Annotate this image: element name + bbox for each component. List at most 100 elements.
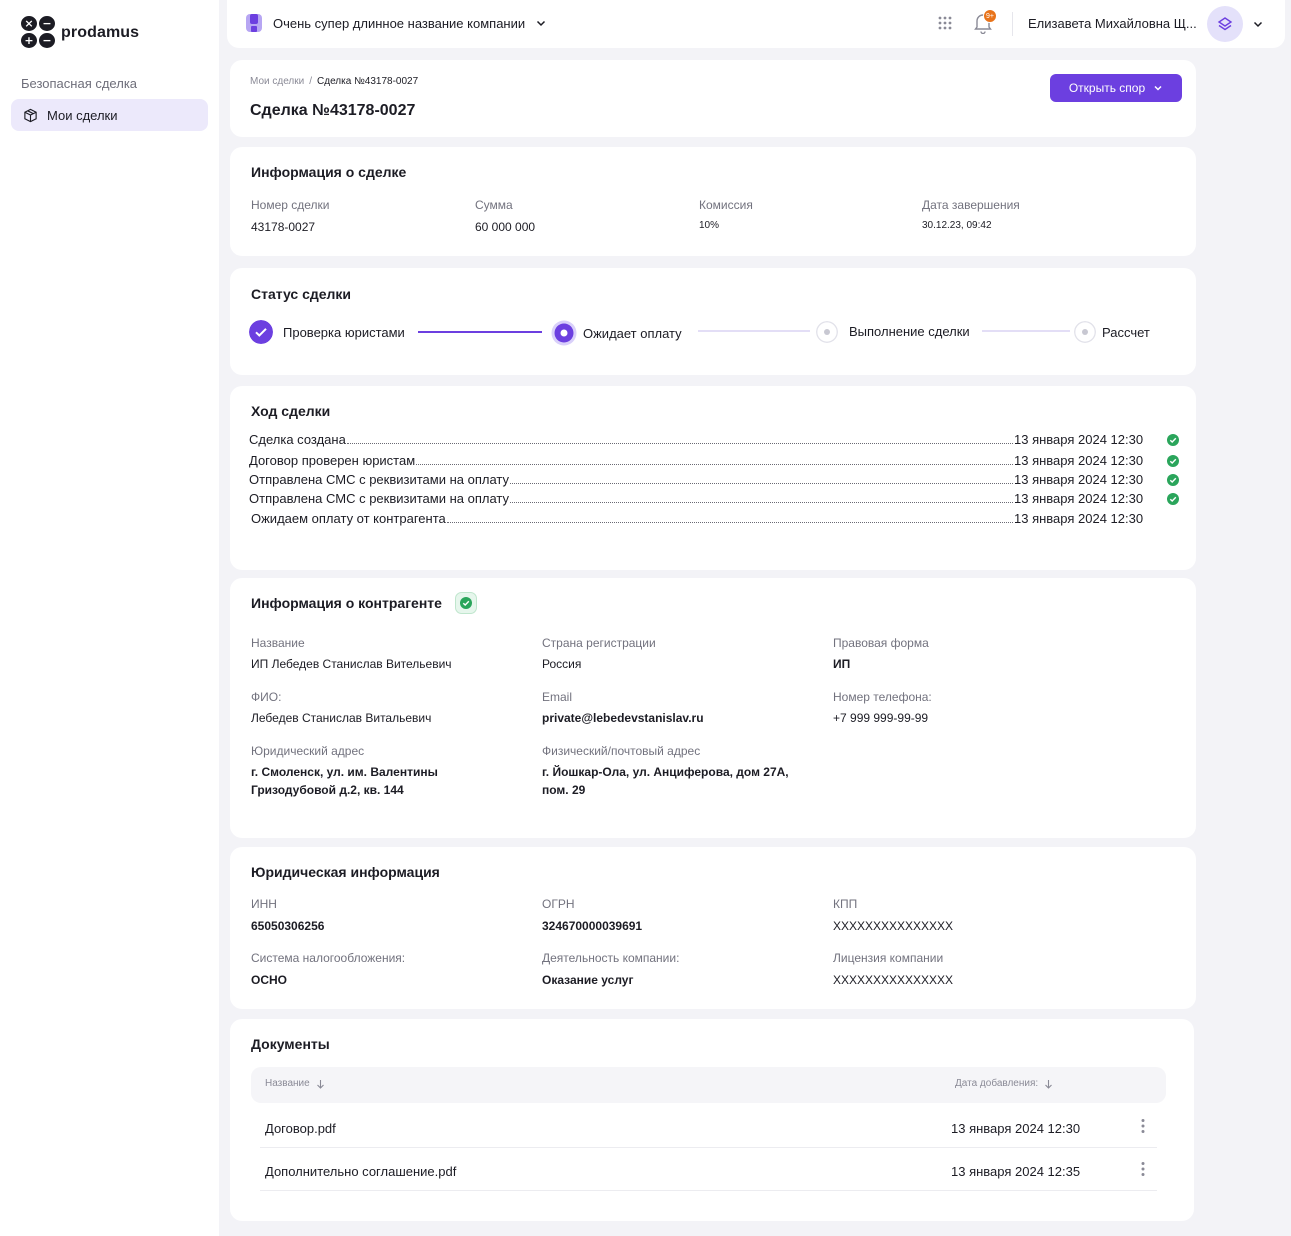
deal-number-value: 43178-0027 bbox=[251, 220, 316, 234]
cp-postal-address-label: Физический/почтовый адрес bbox=[542, 744, 701, 758]
cp-phone-label: Номер телефона: bbox=[833, 690, 932, 704]
company-icon bbox=[246, 14, 262, 32]
completion-date-label: Дата завершения bbox=[922, 198, 1020, 212]
cp-country-label: Страна регистрации bbox=[542, 636, 656, 650]
legal-info-title: Юридическая информация bbox=[251, 864, 440, 880]
document-date: 13 января 2024 12:35 bbox=[951, 1164, 1081, 1179]
cp-fio-label: ФИО: bbox=[251, 690, 282, 704]
documents-title: Документы bbox=[251, 1036, 330, 1052]
counterparty-title: Информация о контрагенте bbox=[251, 595, 442, 611]
cp-email-label: Email bbox=[542, 690, 573, 704]
check-circle-icon bbox=[1167, 474, 1179, 486]
box-icon bbox=[24, 108, 37, 122]
progress-item: Отправлена СМС с реквизитами на оплату 13… bbox=[249, 490, 1179, 506]
company-switcher[interactable]: Очень супер длинное название компании bbox=[245, 13, 547, 33]
kpp-value: XXXXXXXXXXXXXXX bbox=[833, 919, 954, 933]
cp-email-value[interactable]: private@lebedevstanislav.ru bbox=[542, 711, 704, 725]
apps-grid-icon[interactable] bbox=[936, 14, 954, 32]
counterparty-card: Информация о контрагенте Название ИП Леб… bbox=[230, 578, 1196, 838]
logo[interactable]: × − + − prodamus bbox=[21, 16, 139, 49]
cp-legal-address-label: Юридический адрес bbox=[251, 744, 365, 758]
column-header-label: Название bbox=[265, 1078, 310, 1089]
progress-item-text: Договор проверен юристам bbox=[249, 453, 416, 468]
avatar[interactable] bbox=[1207, 6, 1243, 42]
ogrn-label: ОГРН bbox=[542, 897, 575, 911]
sidebar-item-my-deals[interactable]: Мои сделки bbox=[11, 99, 208, 131]
dotted-leader bbox=[446, 522, 1013, 523]
completion-date-value: 30.12.23, 09:42 bbox=[922, 220, 992, 231]
deal-info-card: Информация о сделке Номер сделки 43178-0… bbox=[230, 147, 1196, 256]
arrow-down-icon bbox=[316, 1079, 324, 1089]
commission-value: 10% bbox=[699, 220, 720, 231]
ogrn-value: 324670000039691 bbox=[542, 919, 643, 933]
progress-item-text: Ожидаем оплату от контрагента bbox=[251, 511, 446, 526]
chevron-down-icon bbox=[1154, 85, 1162, 91]
legal-info-card: Юридическая информация ИНН 65050306256 О… bbox=[230, 847, 1196, 1009]
progress-item-date: 13 января 2024 12:30 bbox=[1014, 432, 1144, 447]
logo-text: prodamus bbox=[61, 23, 140, 41]
documents-card: Документы Название Дата добавления: Дого… bbox=[230, 1019, 1194, 1221]
cp-name-label: Название bbox=[251, 636, 305, 650]
step-connector bbox=[982, 330, 1070, 332]
sidebar-section-title: Безопасная сделка bbox=[21, 76, 138, 91]
layers-icon bbox=[1217, 17, 1233, 31]
dotted-leader bbox=[346, 443, 1013, 444]
cp-legal-address-line1: г. Смоленск, ул. им. Валентины bbox=[251, 765, 438, 779]
progress-item-text: Сделка создана bbox=[249, 432, 346, 447]
step-awaiting-payment: Ожидает оплату bbox=[583, 326, 682, 341]
progress-item: Ожидаем оплату от контрагента 13 января 2… bbox=[251, 510, 1152, 526]
progress-item-text: Отправлена СМС с реквизитами на оплату bbox=[249, 472, 509, 487]
chevron-down-icon bbox=[537, 20, 546, 27]
notification-badge: 9+ bbox=[983, 9, 997, 23]
deal-progress-title: Ход сделки bbox=[251, 403, 331, 419]
progress-item: Договор проверен юристам 13 января 2024 1… bbox=[249, 452, 1179, 468]
dotted-leader bbox=[510, 502, 1013, 503]
breadcrumb-link-my-deals[interactable]: Мои сделки bbox=[250, 76, 304, 87]
cp-country-value: Россия bbox=[542, 657, 582, 671]
activity-label: Деятельность компании: bbox=[542, 951, 680, 965]
breadcrumb: Мои сделки / Сделка №43178-0027 bbox=[250, 76, 418, 87]
dotted-leader bbox=[510, 483, 1013, 484]
license-value: XXXXXXXXXXXXXXX bbox=[833, 973, 954, 987]
pending-step-icon bbox=[816, 321, 838, 343]
document-date: 13 января 2024 12:30 bbox=[951, 1121, 1081, 1136]
progress-item: Отправлена СМС с реквизитами на оплату 13… bbox=[249, 471, 1179, 487]
cp-legal-form-label: Правовая форма bbox=[833, 636, 929, 650]
more-vertical-icon[interactable] bbox=[1140, 1118, 1146, 1134]
cp-name-value: ИП Лебедев Станислав Вительевич bbox=[251, 657, 452, 671]
divider bbox=[1012, 12, 1013, 36]
user-name[interactable]: Елизавета Михайловна Щ... bbox=[1028, 16, 1197, 31]
document-name[interactable]: Дополнительно соглашение.pdf bbox=[265, 1164, 456, 1179]
table-row[interactable]: Дополнительно соглашение.pdf 13 января 2… bbox=[260, 1148, 1157, 1191]
kpp-label: КПП bbox=[833, 897, 858, 911]
chevron-down-icon[interactable] bbox=[1252, 18, 1264, 30]
sidebar-item-label: Мои сделки bbox=[47, 107, 118, 123]
sidebar: × − + − prodamus Безопасная сделка Мои с… bbox=[0, 0, 219, 1236]
progress-item: Сделка создана 13 января 2024 12:30 bbox=[249, 431, 1179, 447]
deal-info-title: Информация о сделке bbox=[251, 164, 407, 180]
open-dispute-button[interactable]: Открыть спор bbox=[1050, 74, 1182, 102]
open-dispute-label: Открыть спор bbox=[1068, 81, 1146, 95]
more-vertical-icon[interactable] bbox=[1140, 1161, 1146, 1177]
current-step-icon bbox=[551, 320, 577, 346]
document-name[interactable]: Договор.pdf bbox=[265, 1121, 336, 1136]
cp-postal-address-line2: пом. 29 bbox=[542, 783, 586, 797]
documents-table-header: Название Дата добавления: bbox=[251, 1067, 1166, 1103]
license-label: Лицензия компании bbox=[833, 951, 944, 965]
verified-icon bbox=[455, 592, 477, 614]
logo-icon: × − + − bbox=[21, 16, 55, 49]
table-row[interactable]: Договор.pdf 13 января 2024 12:30 bbox=[260, 1105, 1157, 1148]
check-circle-icon bbox=[1167, 455, 1179, 467]
cp-fio-value: Лебедев Станислав Витальевич bbox=[251, 711, 432, 725]
dotted-leader bbox=[416, 464, 1013, 465]
deal-status-card: Статус сделки Проверка юристами Ожидает … bbox=[230, 268, 1196, 375]
page-title: Сделка №43178-0027 bbox=[250, 102, 416, 119]
check-circle-icon bbox=[1167, 493, 1179, 505]
tax-system-value: ОСНО bbox=[251, 973, 287, 987]
cp-phone-value: +7 999 999-99-99 bbox=[833, 711, 929, 725]
column-header-name[interactable]: Название bbox=[265, 1078, 325, 1089]
breadcrumb-current: Сделка №43178-0027 bbox=[317, 76, 419, 87]
inn-label: ИНН bbox=[251, 897, 277, 911]
column-header-date[interactable]: Дата добавления: bbox=[955, 1078, 1053, 1089]
check-circle-icon bbox=[1167, 434, 1179, 446]
